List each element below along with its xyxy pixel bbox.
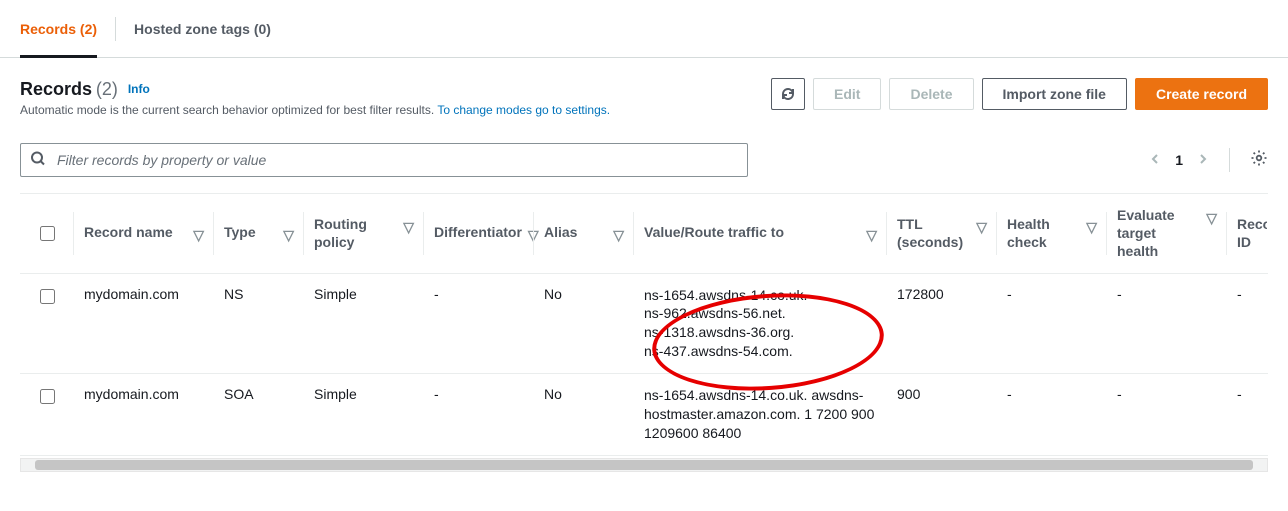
col-type[interactable]: Type▽ [214,194,304,273]
cell-evaluate-target-health: - [1107,273,1227,374]
cell-record-name: mydomain.com [74,273,214,374]
table-row[interactable]: mydomain.comSOASimple-Nons-1654.awsdns-1… [20,374,1268,456]
cell-alias: No [534,374,634,456]
col-ttl[interactable]: TTL (seconds)▽ [887,194,997,273]
tab-hosted-zone-tags[interactable]: Hosted zone tags (0) [134,21,271,37]
refresh-icon [780,86,796,102]
pager-next[interactable] [1197,152,1209,168]
gear-divider [1229,148,1230,172]
delete-button: Delete [889,78,973,110]
search-wrap [20,143,748,177]
col-evaluate-target-health[interactable]: Evaluate target health▽ [1107,194,1227,273]
create-record-button[interactable]: Create record [1135,78,1268,110]
cell-routing-policy: Simple [304,374,424,456]
sort-icon: ▽ [403,219,414,236]
desc-link[interactable]: To change modes go to settings. [437,103,610,117]
cell-health-check: - [997,273,1107,374]
cell-evaluate-target-health: - [1107,374,1227,456]
col-differentiator[interactable]: Differentiator▽ [424,194,534,273]
col-health-check[interactable]: Health check▽ [997,194,1107,273]
col-record-id[interactable]: Record ID [1227,194,1268,273]
create-button-label: Create record [1156,86,1247,102]
col-routing-policy[interactable]: Routing policy▽ [304,194,424,273]
cell-record-name: mydomain.com [74,374,214,456]
action-buttons: Edit Delete Import zone file Create reco… [771,78,1268,110]
records-panel: Records (2) Info Automatic mode is the c… [0,58,1288,472]
info-link[interactable]: Info [128,82,150,96]
chevron-right-icon [1197,153,1209,165]
pager-prev[interactable] [1149,152,1161,168]
title-wrap: Records (2) Info Automatic mode is the c… [20,78,610,119]
page-subtitle: Automatic mode is the current search beh… [20,103,610,119]
cell-value-route: ns-1654.awsdns-14.co.uk. awsdns-hostmast… [634,374,887,456]
import-button-label: Import zone file [1003,86,1106,102]
page-title-count: (2) [96,79,118,99]
pager-page: 1 [1175,152,1183,168]
search-icon [30,150,46,169]
gear-icon [1250,149,1268,167]
sort-icon: ▽ [1206,210,1217,227]
records-table: Record name▽ Type▽ Routing policy▽ Diffe… [20,194,1268,456]
scrollbar-thumb[interactable] [35,460,1253,470]
cell-ttl: 900 [887,374,997,456]
sort-icon: ▽ [283,227,294,244]
tab-records[interactable]: Records (2) [20,21,97,37]
chevron-left-icon [1149,153,1161,165]
cell-record-id: - [1227,374,1268,456]
refresh-button[interactable] [771,78,805,110]
page-title: Records [20,79,92,99]
cell-health-check: - [997,374,1107,456]
col-value-route[interactable]: Value/Route traffic to▽ [634,194,887,273]
desc-text: Automatic mode is the current search beh… [20,103,437,117]
cell-record-id: - [1227,273,1268,374]
cell-differentiator: - [424,374,534,456]
cell-alias: No [534,273,634,374]
cell-ttl: 172800 [887,273,997,374]
import-zone-button[interactable]: Import zone file [982,78,1127,110]
sort-icon: ▽ [1086,219,1097,236]
table-header-row: Record name▽ Type▽ Routing policy▽ Diffe… [20,194,1268,273]
pager: 1 [1149,148,1268,172]
cell-type: NS [214,273,304,374]
select-all-checkbox[interactable] [40,226,55,241]
search-input[interactable] [20,143,748,177]
cell-differentiator: - [424,273,534,374]
table-row[interactable]: mydomain.comNSSimple-Nons-1654.awsdns-14… [20,273,1268,374]
active-tab-underline [20,55,97,58]
row-checkbox[interactable] [40,289,55,304]
cell-routing-policy: Simple [304,273,424,374]
col-alias[interactable]: Alias▽ [534,194,634,273]
horizontal-scrollbar[interactable] [20,458,1268,472]
col-record-name[interactable]: Record name▽ [74,194,214,273]
delete-button-label: Delete [910,86,952,102]
col-select-all [20,194,74,273]
panel-header: Records (2) Info Automatic mode is the c… [20,78,1268,119]
sort-icon: ▽ [976,219,987,236]
sort-icon: ▽ [193,227,204,244]
row-checkbox[interactable] [40,389,55,404]
sort-icon: ▽ [613,227,624,244]
edit-button: Edit [813,78,881,110]
settings-button[interactable] [1250,149,1268,170]
edit-button-label: Edit [834,86,860,102]
tab-divider [115,17,116,41]
tab-records-label: Records (2) [20,21,97,37]
records-table-wrap: Record name▽ Type▽ Routing policy▽ Diffe… [20,193,1268,456]
cell-type: SOA [214,374,304,456]
sort-icon: ▽ [866,227,877,244]
tabs-bar: Records (2) Hosted zone tags (0) [0,0,1288,58]
cell-value-route: ns-1654.awsdns-14.co.uk. ns-962.awsdns-5… [634,273,887,374]
filter-row: 1 [20,143,1268,177]
tab-hzt-label: Hosted zone tags (0) [134,21,271,37]
